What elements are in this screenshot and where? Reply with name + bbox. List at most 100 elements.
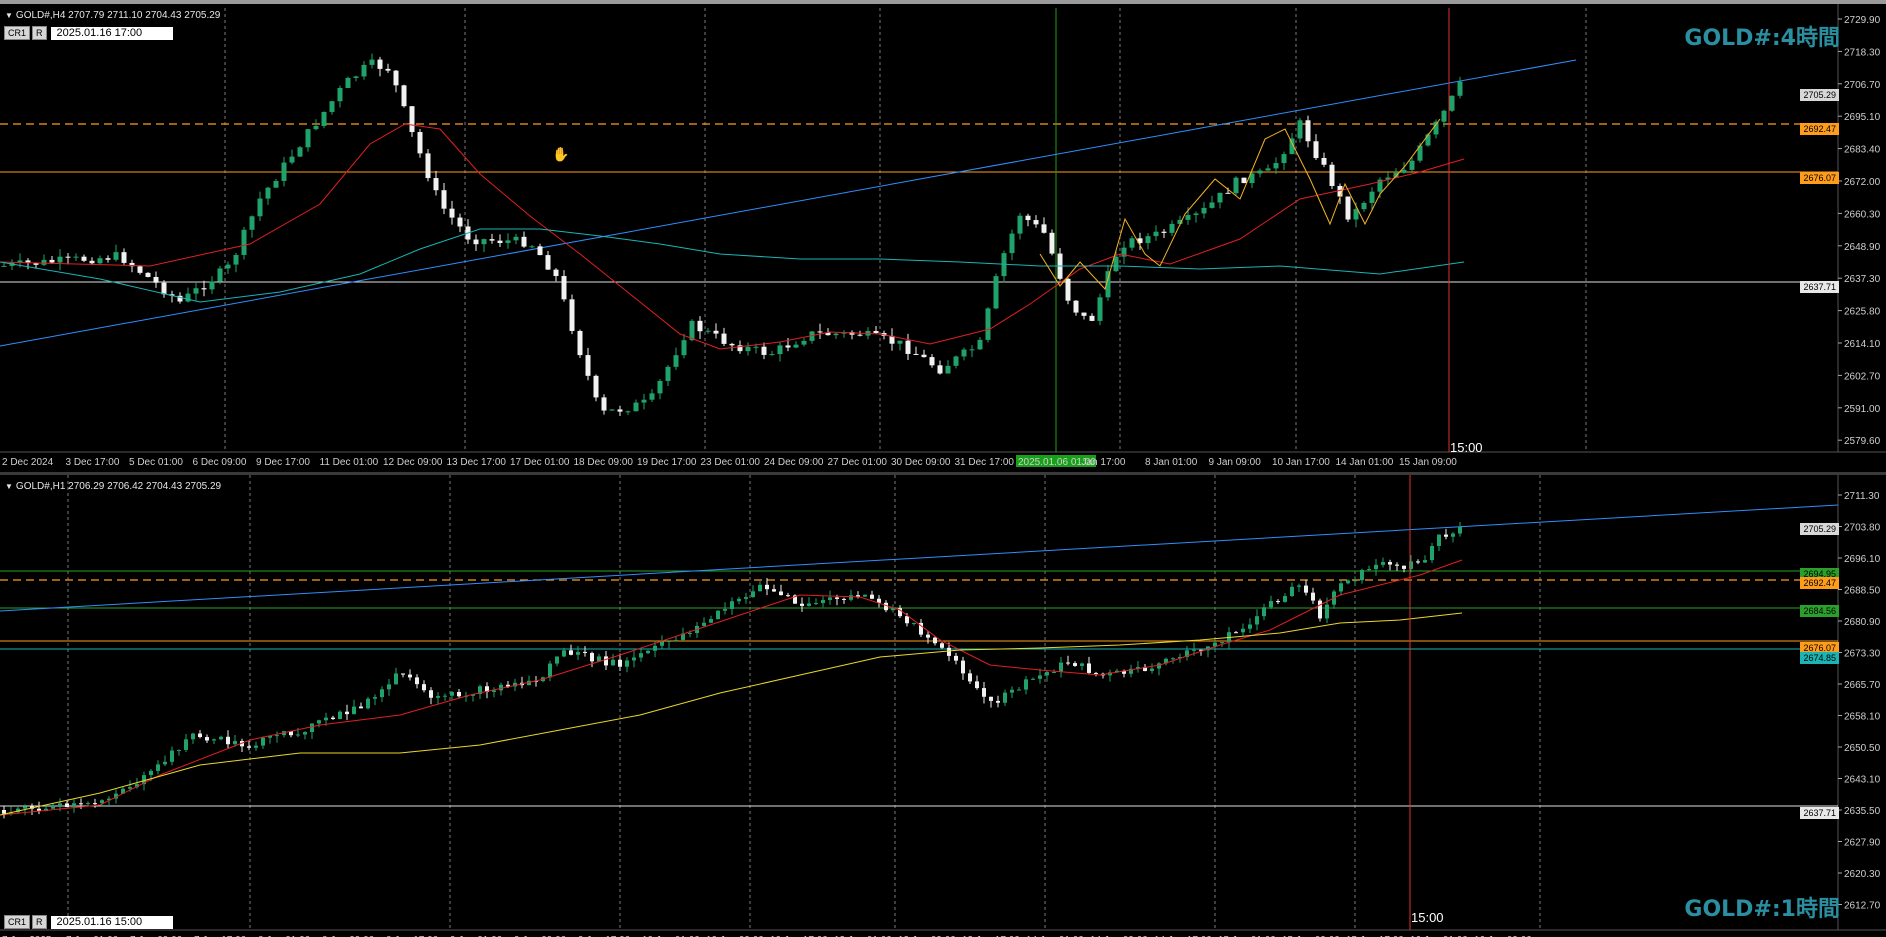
bull-candle (1273, 163, 1279, 169)
collapse-triangle-icon[interactable]: ▼ (5, 11, 13, 20)
bear-candle (721, 333, 727, 344)
price-label: 2673.30 (1844, 649, 1881, 660)
bull-candle (723, 609, 727, 611)
bull-candle (275, 735, 279, 737)
bull-candle (833, 333, 839, 336)
h1-cursor-time: 15:00 (1411, 910, 1444, 925)
bull-candle (1129, 238, 1135, 248)
bull-candle (1425, 134, 1431, 146)
bear-candle (1313, 141, 1319, 159)
time-label: Jan 17:00 (1082, 457, 1126, 468)
h1-cr1-button[interactable]: CR1 (4, 915, 31, 929)
bull-candle (57, 256, 63, 263)
h4-r-button[interactable]: R (32, 26, 47, 40)
bull-candle (345, 77, 351, 88)
bull-candle (1145, 236, 1151, 244)
bull-candle (801, 340, 807, 345)
h4-white-level-badge: 2637.71 (1800, 281, 1839, 293)
bull-candle (1010, 689, 1014, 693)
chart-pane-h1[interactable]: 2711.30 2703.80 2696.10 2688.50 2680.90 2673.… (0, 475, 1886, 937)
time-label: 9 Dec 17:00 (256, 457, 310, 468)
bear-candle (583, 651, 587, 653)
bear-candle (1094, 672, 1098, 674)
bull-candle (632, 657, 636, 661)
bull-candle (149, 770, 153, 776)
bull-candle (1353, 580, 1357, 582)
bull-candle (821, 599, 825, 604)
h4-cr1-button[interactable]: CR1 (4, 26, 31, 40)
h1-ma-yellow (0, 612, 1463, 816)
chart-pane-h4[interactable]: 2729.90 2718.30 2706.70 2695.10 2683.40 2672.… (0, 0, 1886, 476)
bull-candle (450, 691, 454, 696)
bull-candle (1003, 692, 1007, 703)
time-label: 10 Jan 17:00 (1272, 457, 1330, 468)
bear-candle (982, 688, 986, 697)
collapse-triangle-icon[interactable]: ▼ (5, 482, 13, 491)
bull-candle (1031, 678, 1035, 680)
h4-chart-canvas[interactable]: 2729.90 2718.30 2706.70 2695.10 2683.40 2672.… (0, 4, 1886, 472)
bull-candle (1441, 110, 1447, 122)
bear-candle (1241, 177, 1247, 184)
time-label: 2 Dec 2024 (2, 457, 54, 468)
bear-candle (905, 340, 911, 354)
bear-candle (359, 706, 363, 709)
bull-candle (1381, 562, 1385, 565)
price-label: 2688.50 (1844, 586, 1881, 597)
bull-candle (72, 803, 76, 808)
bull-candle (1353, 209, 1359, 220)
bull-candle (611, 659, 615, 666)
bear-candle (457, 217, 463, 227)
bull-candle (1297, 585, 1301, 587)
bull-candle (338, 711, 342, 719)
h1-r-button[interactable]: R (32, 915, 47, 929)
price-label: 2635.50 (1844, 806, 1881, 817)
bull-candle (641, 399, 647, 403)
bear-candle (65, 803, 69, 808)
time-label: 14 Jan 01:00 (1336, 457, 1394, 468)
bull-candle (1283, 596, 1287, 602)
bull-candle (317, 720, 321, 724)
price-label: 2695.10 (1844, 112, 1881, 123)
time-label: 12 Dec 09:00 (383, 457, 443, 468)
h1-chart-title: GOLD#:1時間 (1684, 897, 1840, 922)
crossed-hand-icon[interactable]: ✋ (552, 146, 569, 163)
price-label: 2729.90 (1844, 15, 1881, 26)
bull-candle (305, 129, 311, 148)
bull-candle (665, 366, 671, 381)
bear-candle (1073, 300, 1079, 313)
bull-candle (576, 651, 580, 655)
bear-candle (800, 603, 804, 606)
bear-candle (1444, 534, 1448, 537)
bull-candle (555, 656, 559, 664)
h1-chart-canvas[interactable]: 2711.30 2703.80 2696.10 2688.50 2680.90 2673.… (0, 475, 1886, 937)
bear-candle (975, 681, 979, 689)
price-label: 2680.90 (1844, 617, 1881, 628)
bear-candle (1161, 231, 1167, 233)
bull-candle (233, 254, 239, 265)
bull-candle (373, 697, 377, 699)
bull-candle (1257, 170, 1263, 174)
h4-datetime-field[interactable]: 2025.01.16 17:00 (50, 26, 173, 40)
bull-candle (23, 806, 27, 809)
bull-candle (1113, 256, 1119, 272)
bear-candle (105, 258, 111, 260)
bull-candle (1248, 624, 1252, 629)
h4-symbol-header: ▼ GOLD#,H4 2707.79 2711.10 2704.43 2705.2… (5, 10, 220, 21)
bear-candle (385, 68, 391, 71)
bull-candle (1017, 689, 1021, 691)
h1-datetime-field[interactable]: 2025.01.16 15:00 (50, 915, 173, 929)
bull-candle (241, 229, 247, 255)
bull-candle (1209, 202, 1215, 208)
bull-candle (394, 673, 398, 685)
bear-candle (121, 252, 127, 263)
bear-candle (884, 602, 888, 611)
bull-candle (814, 603, 818, 605)
bull-candle (1185, 215, 1191, 220)
bull-candle (217, 268, 223, 282)
h4-current-price-badge: 2705.29 (1800, 89, 1839, 101)
bear-candle (873, 331, 879, 334)
bear-candle (772, 589, 776, 592)
h4-zigzag (1039, 118, 1441, 290)
price-label: 2620.30 (1844, 869, 1881, 880)
bull-candle (51, 805, 55, 809)
